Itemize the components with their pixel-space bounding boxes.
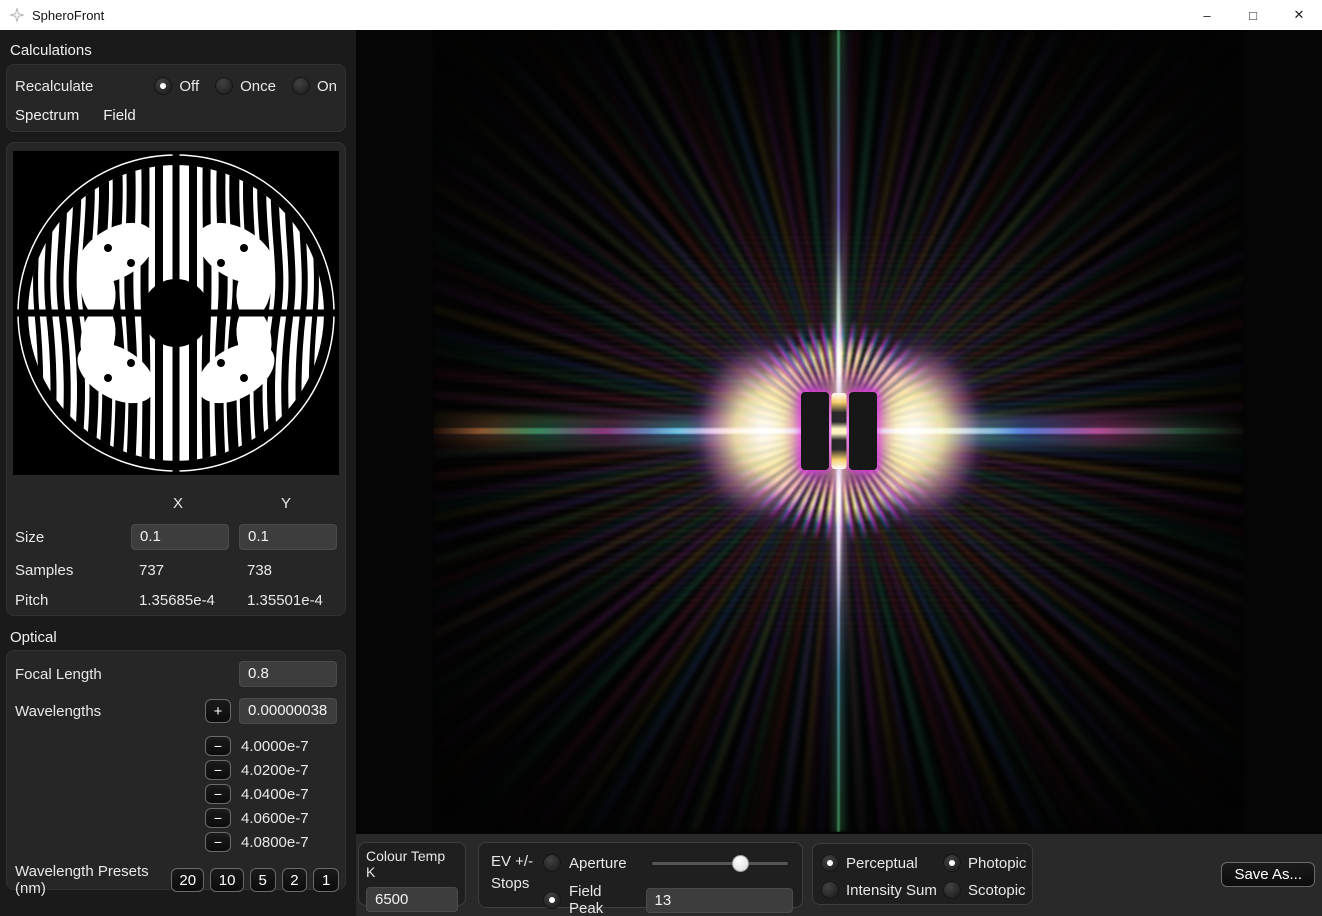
render-dark-rect-left [801, 392, 829, 470]
preset-1-button[interactable]: 1 [313, 868, 339, 892]
save-as-button[interactable]: Save As... [1221, 862, 1315, 887]
ev-stops-card: EV +/- Stops Aperture Field Peak 13 [478, 842, 803, 908]
render-dark-rect-right [849, 392, 877, 470]
remove-wavelength-button[interactable]: − [205, 760, 231, 780]
ev-slider[interactable] [652, 855, 788, 871]
minimize-icon[interactable]: – [1184, 0, 1230, 30]
pitch-x-value: 1.35685e-4 [131, 592, 239, 609]
tab-field[interactable]: Field [103, 107, 136, 124]
recalc-once-label: Once [240, 78, 276, 95]
wavelength-presets-label: Wavelength Presets (nm) [15, 863, 171, 897]
recalc-off-label: Off [179, 78, 199, 95]
ev-stops-input[interactable]: 13 [646, 888, 794, 913]
table-row: Samples 737 738 [15, 555, 337, 585]
pitch-y-value: 1.35501e-4 [239, 592, 337, 609]
scotopic-label: Scotopic [968, 882, 1026, 899]
close-icon[interactable]: ✕ [1276, 0, 1322, 30]
remove-wavelength-button[interactable]: − [205, 736, 231, 756]
add-wavelength-button[interactable]: + [205, 699, 231, 723]
focal-length-label: Focal Length [15, 666, 102, 683]
column-header-x: X [131, 495, 239, 512]
aperture-card: X Y Size 0.1 0.1 Samples 737 738 Pitch 1… [6, 142, 346, 616]
diffraction-render [433, 30, 1244, 832]
diffraction-viewport [356, 30, 1322, 834]
titlebar: SpheroFront – □ ✕ [0, 0, 1322, 30]
samples-x-value: 737 [131, 562, 239, 579]
wavelength-value: 4.0200e-7 [241, 762, 309, 779]
colour-temp-card: Colour Temp K 6500 [358, 842, 466, 906]
remove-wavelength-button[interactable]: − [205, 808, 231, 828]
samples-label: Samples [15, 562, 131, 579]
recalc-once-radio[interactable] [215, 77, 233, 95]
app-window: SpheroFront – □ ✕ Calculations Recalcula… [0, 0, 1322, 916]
field-peak-radio-label: Field Peak [569, 883, 638, 916]
recalculate-label: Recalculate [15, 78, 93, 95]
pitch-label: Pitch [15, 592, 131, 609]
aperture-preview-image [13, 151, 339, 475]
wavelength-item: − 4.0400e-7 [205, 784, 309, 804]
app-icon [8, 6, 26, 24]
preset-10-button[interactable]: 10 [210, 868, 243, 892]
recalc-off-radio[interactable] [154, 77, 172, 95]
tab-spectrum[interactable]: Spectrum [15, 107, 79, 124]
ev-slider-handle[interactable] [732, 855, 749, 872]
recalc-on-label: On [317, 78, 337, 95]
wavelength-value: 4.0600e-7 [241, 810, 309, 827]
field-peak-radio[interactable] [543, 891, 561, 909]
size-x-input[interactable]: 0.1 [131, 524, 229, 550]
remove-wavelength-button[interactable]: − [205, 832, 231, 852]
perceptual-radio[interactable] [821, 854, 839, 872]
wavelengths-label: Wavelengths [15, 703, 101, 720]
render-center-strip [831, 393, 846, 469]
wavelength-value: 4.0000e-7 [241, 738, 309, 755]
colour-temp-input[interactable]: 6500 [366, 887, 458, 912]
aperture-table: X Y Size 0.1 0.1 Samples 737 738 Pitch 1… [15, 487, 337, 615]
ev-slider-track[interactable] [652, 862, 788, 865]
maximize-icon[interactable]: □ [1230, 0, 1276, 30]
calculations-card: Recalculate Off Once On Spectrum Field [6, 64, 346, 132]
ev-stops-label: EV +/- Stops [491, 851, 533, 895]
size-label: Size [15, 529, 131, 546]
size-y-input[interactable]: 0.1 [239, 524, 337, 550]
preset-20-button[interactable]: 20 [171, 868, 204, 892]
preset-5-button[interactable]: 5 [250, 868, 276, 892]
new-wavelength-input[interactable]: 0.00000038 [239, 698, 337, 724]
wavelength-item: − 4.0800e-7 [205, 832, 309, 852]
table-row: Pitch 1.35685e-4 1.35501e-4 [15, 585, 337, 615]
intensity-sum-label: Intensity Sum [846, 882, 937, 899]
aperture-radio-label: Aperture [569, 855, 627, 872]
perceptual-label: Perceptual [846, 855, 918, 872]
aperture-radio[interactable] [543, 854, 561, 872]
bottom-toolbar: Colour Temp K 6500 EV +/- Stops Aperture… [356, 834, 1322, 916]
wavelength-item: − 4.0000e-7 [205, 736, 309, 756]
column-header-y: Y [239, 495, 337, 512]
colour-temp-label: Colour Temp K [366, 848, 458, 880]
tone-mapping-card: Perceptual Intensity Sum Photopic Scotop… [812, 843, 1033, 905]
preset-2-button[interactable]: 2 [282, 868, 308, 892]
wavelength-item: − 4.0200e-7 [205, 760, 309, 780]
optical-card: Focal Length 0.8 Wavelengths + 0.0000003… [6, 650, 346, 890]
wavelength-item: − 4.0600e-7 [205, 808, 309, 828]
scotopic-radio[interactable] [943, 881, 961, 899]
photopic-radio[interactable] [943, 854, 961, 872]
wavelength-value: 4.0800e-7 [241, 834, 309, 851]
wavelength-value: 4.0400e-7 [241, 786, 309, 803]
sidebar: Calculations Recalculate Off Once On [0, 30, 356, 916]
photopic-label: Photopic [968, 855, 1026, 872]
focal-length-input[interactable]: 0.8 [239, 661, 337, 687]
samples-y-value: 738 [239, 562, 337, 579]
calculations-header: Calculations [10, 42, 92, 59]
remove-wavelength-button[interactable]: − [205, 784, 231, 804]
app-title: SpheroFront [32, 8, 104, 23]
table-row: Size 0.1 0.1 [15, 519, 337, 555]
recalc-on-radio[interactable] [292, 77, 310, 95]
optical-header: Optical [10, 629, 57, 646]
intensity-sum-radio[interactable] [821, 881, 839, 899]
